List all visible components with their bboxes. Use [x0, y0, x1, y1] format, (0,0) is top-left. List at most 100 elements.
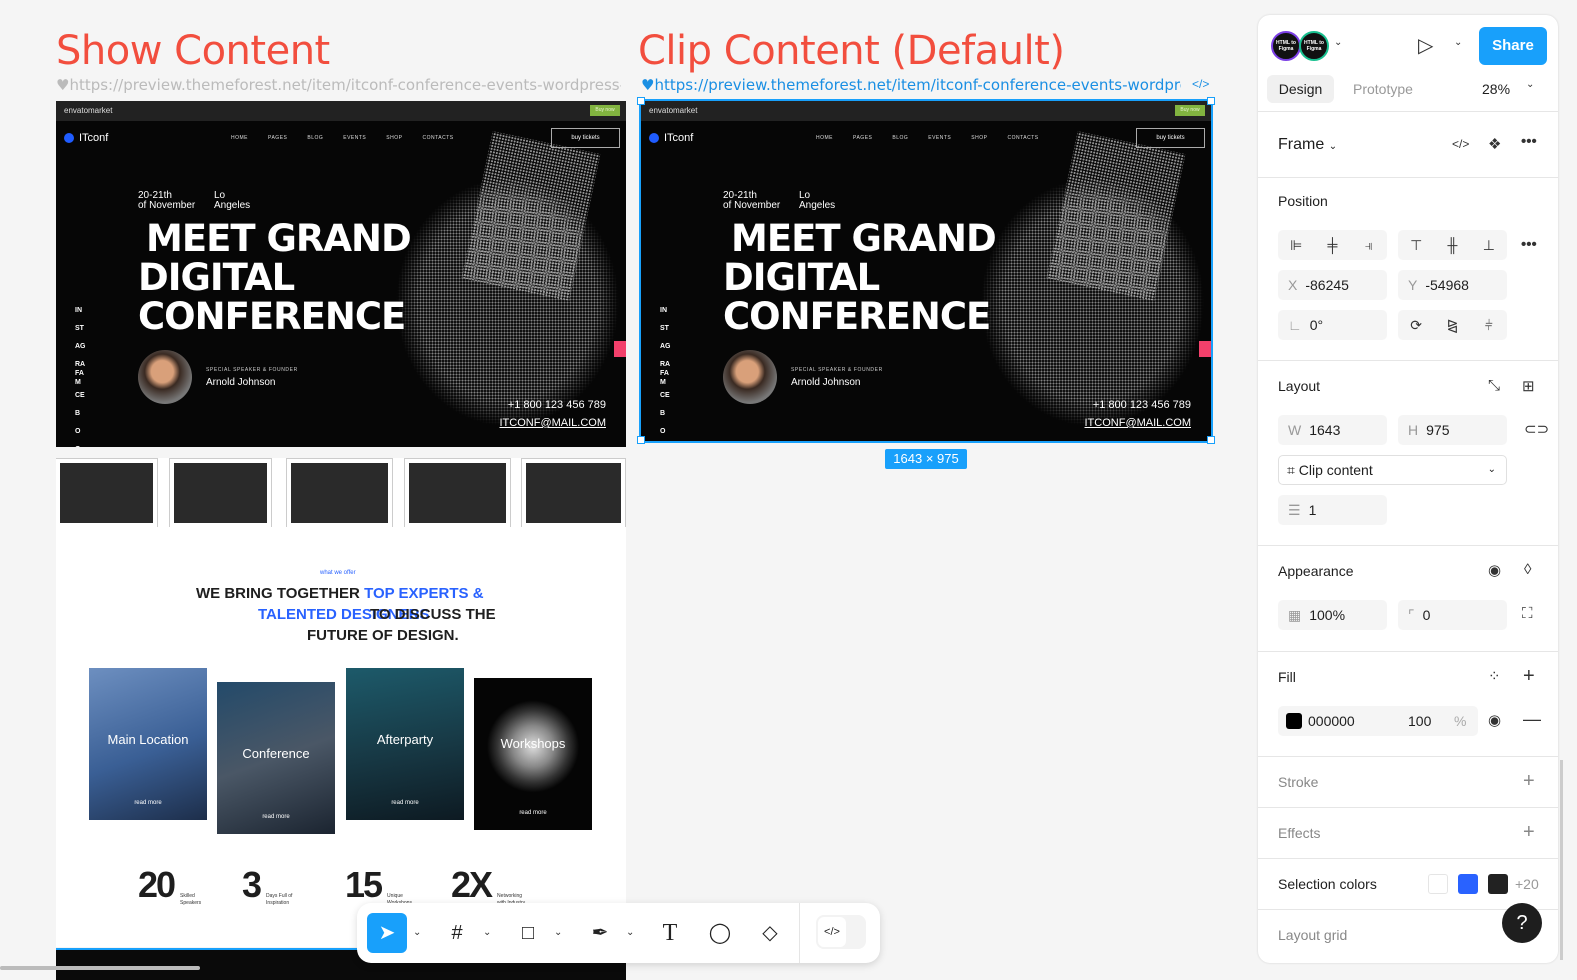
buy-tickets-button[interactable]: buy tickets — [551, 128, 620, 148]
resize-handle[interactable] — [637, 97, 645, 105]
phone-link[interactable]: +1 800 123 456 789 — [508, 399, 606, 411]
individual-corners-icon[interactable]: ⛶ — [1522, 605, 1533, 622]
itconf-logo[interactable]: ITconf — [649, 132, 693, 144]
flip-horizontal-icon[interactable]: ⧎ — [1434, 310, 1470, 340]
dev-mode-toggle[interactable]: </> — [816, 915, 866, 949]
buy-now-button[interactable]: Buy now — [590, 105, 620, 116]
frame-label-clip-content[interactable]: Clip Content (Default) — [638, 28, 1065, 74]
component-icon[interactable]: ❖ — [1488, 135, 1501, 153]
gap-input[interactable]: ☰ 1 — [1278, 495, 1387, 525]
align-top-icon[interactable]: ⊤ — [1398, 230, 1434, 260]
align-center-h-icon[interactable]: ╪ — [1314, 230, 1350, 260]
plus-icon[interactable]: + — [1523, 821, 1535, 844]
read-more-link[interactable]: read more — [217, 814, 335, 820]
buy-tickets-button[interactable]: buy tickets — [1136, 128, 1205, 148]
clip-content-frame-hero[interactable]: envatomarket Buy now ITconf HOME PAGES B… — [641, 101, 1211, 441]
eye-icon[interactable]: ◉ — [1488, 711, 1501, 729]
show-content-frame-hero[interactable]: envatomarket Buy now ITconf HOME PAGES B… — [56, 101, 626, 447]
frame-label-show-content[interactable]: Show Content — [56, 28, 330, 74]
tab-prototype[interactable]: Prototype — [1353, 75, 1413, 103]
clip-content-dropdown[interactable]: ⌗ Clip content ⌄ — [1278, 455, 1507, 485]
side-widget-icon[interactable] — [614, 341, 626, 357]
chevron-down-icon[interactable]: ⌄ — [413, 913, 421, 953]
width-input[interactable]: W 1643 — [1278, 415, 1387, 445]
fill-input[interactable]: 000000 100% — [1278, 706, 1478, 736]
email-link[interactable]: ITCONF@MAIL.COM — [500, 417, 607, 429]
corner-radius-input[interactable]: ⌜ 0 — [1398, 600, 1507, 630]
nav-shop[interactable]: SHOP — [971, 135, 987, 141]
selection-color-swatch[interactable] — [1488, 874, 1508, 894]
drop-icon[interactable]: ◊ — [1524, 561, 1531, 578]
user-avatar[interactable]: HTML to Figma — [1299, 31, 1329, 61]
horizontal-scrollbar[interactable] — [0, 966, 200, 970]
plus-icon[interactable]: + — [1523, 770, 1535, 793]
card-afterparty[interactable]: Afterparty read more — [346, 668, 464, 820]
nav-events[interactable]: EVENTS — [343, 135, 366, 141]
play-icon[interactable]: ▷ — [1418, 33, 1433, 58]
side-widget-icon[interactable] — [1199, 341, 1211, 357]
code-icon[interactable]: </> — [1192, 77, 1209, 91]
help-button[interactable]: ? — [1502, 903, 1542, 943]
card-workshops[interactable]: Workshops read more — [474, 678, 592, 830]
read-more-link[interactable]: read more — [89, 800, 207, 806]
x-input[interactable]: X -86245 — [1278, 270, 1387, 300]
chevron-down-icon[interactable]: ⌄ — [554, 913, 562, 953]
nav-shop[interactable]: SHOP — [386, 135, 402, 141]
nav-pages[interactable]: PAGES — [853, 135, 872, 141]
resize-handle[interactable] — [1207, 97, 1215, 105]
align-bottom-icon[interactable]: ⊥ — [1471, 230, 1507, 260]
read-more-link[interactable]: read more — [346, 800, 464, 806]
rotate-icon[interactable]: ⟳ — [1398, 310, 1434, 340]
selection-color-swatch[interactable] — [1428, 874, 1448, 894]
chevron-down-icon[interactable]: ⌄ — [1526, 79, 1534, 90]
email-link[interactable]: ITCONF@MAIL.COM — [1085, 417, 1192, 429]
chevron-down-icon[interactable]: ⌄ — [626, 913, 634, 953]
chevron-down-icon[interactable]: ⌄ — [1334, 37, 1342, 48]
nav-blog[interactable]: BLOG — [307, 135, 323, 141]
more-icon[interactable]: ••• — [1521, 236, 1537, 253]
frame-type-dropdown[interactable]: Frame ⌄ — [1278, 136, 1337, 154]
eye-icon[interactable]: ◉ — [1488, 561, 1501, 579]
card-main-location[interactable]: Main Location read more — [89, 668, 207, 820]
assets-tool-icon[interactable]: ◇ — [750, 913, 790, 953]
nav-contacts[interactable]: CONTACTS — [422, 135, 453, 141]
itconf-logo[interactable]: ITconf — [64, 132, 108, 144]
nav-blog[interactable]: BLOG — [892, 135, 908, 141]
thumbnail[interactable] — [286, 458, 393, 528]
thumbnail[interactable] — [56, 458, 158, 528]
opacity-input[interactable]: ▦ 100% — [1278, 600, 1387, 630]
nav-contacts[interactable]: CONTACTS — [1007, 135, 1038, 141]
nav-home[interactable]: HOME — [231, 135, 248, 141]
phone-link[interactable]: +1 800 123 456 789 — [1093, 399, 1191, 411]
thumbnail[interactable] — [404, 458, 511, 528]
resize-handle[interactable] — [637, 436, 645, 444]
read-more-link[interactable]: read more — [474, 810, 592, 816]
tab-design[interactable]: Design — [1267, 75, 1334, 103]
rotation-input[interactable]: ∟ 0° — [1278, 310, 1387, 340]
resize-handle[interactable] — [1207, 436, 1215, 444]
chevron-down-icon[interactable]: ⌄ — [483, 913, 491, 953]
align-left-icon[interactable]: ⊫ — [1278, 230, 1314, 260]
plus-icon[interactable]: + — [1523, 665, 1535, 688]
height-input[interactable]: H 975 — [1398, 415, 1507, 445]
align-right-icon[interactable]: ⫣ — [1351, 230, 1387, 260]
buy-now-button[interactable]: Buy now — [1175, 105, 1205, 116]
thumbnail[interactable] — [521, 458, 626, 528]
flip-vertical-icon[interactable]: ⫩ — [1471, 310, 1507, 340]
zoom-level[interactable]: 28% — [1482, 75, 1510, 103]
thumbnail[interactable] — [169, 458, 272, 528]
code-icon[interactable]: </> — [1452, 137, 1469, 151]
minus-icon[interactable]: — — [1523, 709, 1541, 730]
collapse-icon[interactable]: ⤡ — [1488, 377, 1500, 394]
panel-scrollbar[interactable] — [1560, 760, 1563, 960]
user-avatar[interactable]: HTML to Figma — [1271, 31, 1301, 61]
add-auto-layout-icon[interactable]: ⊞ — [1522, 377, 1535, 395]
chevron-down-icon[interactable]: ⌄ — [1454, 37, 1462, 48]
constrain-proportions-icon[interactable]: ⊂⊃ — [1524, 420, 1549, 438]
card-conference[interactable]: Conference read more — [217, 682, 335, 834]
fill-swatch[interactable] — [1286, 713, 1302, 729]
move-tool-cursor-icon[interactable]: ➤ — [367, 913, 407, 953]
more-icon[interactable]: ••• — [1521, 133, 1537, 150]
nav-home[interactable]: HOME — [816, 135, 833, 141]
y-input[interactable]: Y -54968 — [1398, 270, 1507, 300]
